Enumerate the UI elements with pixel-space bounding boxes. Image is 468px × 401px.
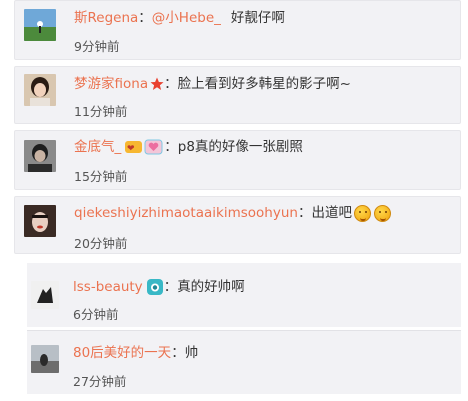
comment-text: p8真的好像一张剧照 (177, 139, 303, 155)
comment-line: 斯Regena ： @小Hebe_ 好靓仔啊 (74, 8, 285, 28)
star-badge-icon (150, 77, 164, 90)
comment-line: qiekeshiyizhimaotaaikimsoohyun ： 出道吧 (74, 203, 391, 223)
avatar[interactable] (24, 74, 56, 106)
reply-card: lss-beauty ： 真的好帅啊 6分钟前 (27, 263, 461, 327)
comment-line: 金底气_ ❤ ： p8真的好像一张剧照 (74, 137, 303, 157)
reply-line: lss-beauty ： 真的好帅啊 (73, 277, 245, 297)
laughing-emoji-icon (353, 204, 371, 222)
avatar[interactable] (24, 140, 56, 172)
username-link[interactable]: 斯Regena (74, 8, 138, 28)
separator: ： (163, 279, 178, 295)
comment-line: 梦游家fiona ： 脸上看到好多韩星的影子啊~ (74, 74, 351, 94)
comment-card: qiekeshiyizhimaotaaikimsoohyun ： 出道吧 20分… (14, 196, 461, 254)
comment-card: 斯Regena ： @小Hebe_ 好靓仔啊 9分钟前 (14, 0, 461, 60)
vip-emblem-icon: ❤ (125, 139, 163, 155)
laughing-emoji-icon (373, 204, 391, 222)
timestamp: 9分钟前 (74, 39, 120, 54)
avatar[interactable] (24, 9, 56, 41)
comment-text: 脸上看到好多韩星的影子啊~ (177, 76, 351, 92)
username-link[interactable]: lss-beauty (73, 277, 143, 297)
separator: ： (297, 205, 312, 221)
mention-link[interactable]: @小Hebe_ (152, 8, 221, 28)
separator: ： (138, 10, 152, 26)
camera-badge-icon (146, 279, 163, 295)
timestamp: 20分钟前 (74, 236, 128, 251)
avatar[interactable] (24, 205, 56, 237)
svg-text:❤: ❤ (127, 144, 135, 154)
username-link[interactable]: qiekeshiyizhimaotaaikimsoohyun (74, 203, 298, 223)
username-link[interactable]: 金底气_ (74, 137, 121, 157)
comment-card: 梦游家fiona ： 脸上看到好多韩星的影子啊~ 11分钟前 (14, 66, 461, 124)
avatar[interactable] (31, 345, 59, 373)
timestamp: 6分钟前 (73, 307, 119, 322)
timestamp: 15分钟前 (74, 169, 128, 184)
timestamp: 11分钟前 (74, 104, 128, 119)
comment-text: 好靓仔啊 (230, 10, 285, 26)
reply-text: 真的好帅啊 (177, 279, 245, 295)
separator: ： (171, 345, 185, 361)
separator: ： (164, 76, 178, 92)
comment-card: 金底气_ ❤ ： p8真的好像一张剧照 15分钟前 (14, 130, 461, 190)
reply-card: 80后美好的一天 ： 帅 27分钟前 (27, 330, 461, 394)
separator: ： (164, 139, 178, 155)
username-link[interactable]: 梦游家fiona (74, 74, 148, 94)
avatar[interactable] (31, 281, 59, 309)
timestamp: 27分钟前 (73, 374, 127, 389)
username-link[interactable]: 80后美好的一天 (73, 343, 171, 363)
reply-line: 80后美好的一天 ： 帅 (73, 343, 198, 363)
comment-text: 出道吧 (311, 205, 352, 221)
reply-text: 帅 (184, 345, 199, 361)
